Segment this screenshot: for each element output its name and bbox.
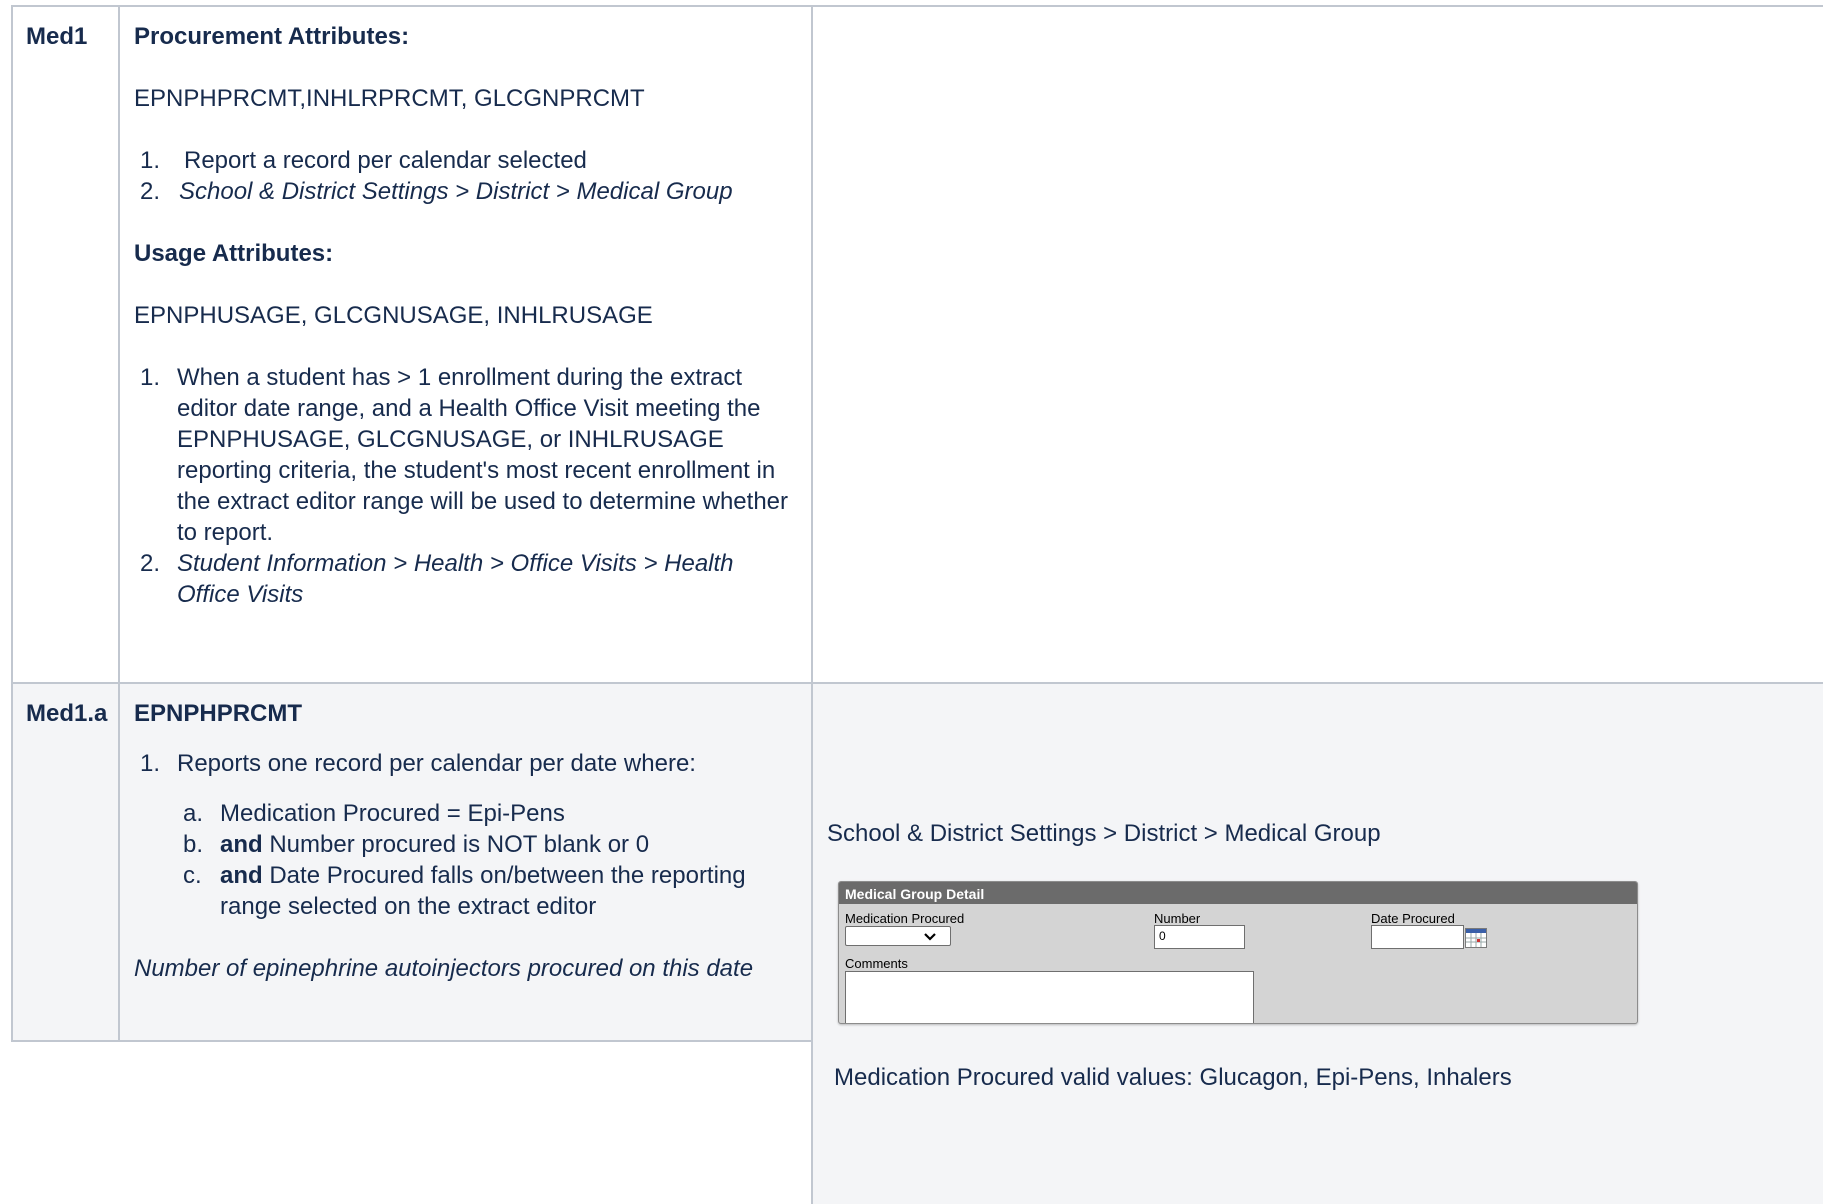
procurement-codes: EPNPHPRCMT,INHLRPRCMT, GLCGNPRCMT [134,85,645,112]
row2-label-cell [12,683,119,1041]
row2-note: Number of epinephrine autoinjectors proc… [134,955,754,982]
list-item: 1. Reports one record per calendar per d… [134,748,794,779]
list-number: 2. [140,178,161,205]
list-emphasis: and [220,831,263,858]
list-item: 1. Report a record per calendar selected [134,145,794,176]
medical-group-detail-screenshot: Medical Group Detail Medication Procured… [838,881,1638,1024]
table-border-col2 [811,5,813,1204]
list-number: 1. [140,147,161,174]
list-letter: b. [183,831,204,858]
list-text: Number procured is NOT blank or 0 [262,831,650,858]
list-number: 1. [140,750,161,777]
number-label: Number [1154,911,1201,926]
widget-header: Medical Group Detail [839,882,1637,904]
calendar-grid-icon [1466,929,1486,947]
row2-label: Med1.a [26,700,108,727]
list-item: 2. Student Information > Health > Office… [134,548,794,610]
criteria-sublist: a. Medication Procured = Epi-Pens b. and… [177,798,794,922]
list-text: School & District Settings > District > … [179,178,733,205]
list-text: Date Procured falls on/between the repor… [220,862,746,920]
table-border-top [12,5,1823,7]
date-procured-label: Date Procured [1371,911,1455,926]
list-letter: c. [183,862,202,889]
table-border-row-divider [12,682,1823,684]
comments-textarea[interactable] [845,971,1254,1023]
list-item: a. Medication Procured = Epi-Pens [177,798,794,829]
calendar-icon[interactable] [1465,928,1487,948]
table-border-row2-bottom [12,1040,812,1042]
list-text: Medication Procured = Epi-Pens [220,800,565,827]
list-item: 1. When a student has > 1 enrollment dur… [134,362,794,548]
number-input[interactable]: 0 [1154,925,1245,949]
date-procured-input[interactable] [1371,925,1464,949]
comments-label: Comments [845,956,908,971]
list-letter: a. [183,800,204,827]
row2-description: EPNPHPRCMT 1. Reports one record per cal… [134,698,794,984]
epnphprcmt-heading: EPNPHPRCMT [134,700,303,727]
medication-procured-label: Medication Procured [845,911,965,926]
medical-group-path: School & District Settings > District > … [827,820,1381,847]
table-border-col1 [118,5,120,1042]
list-number: 1. [140,364,161,391]
medication-procured-select[interactable] [845,926,951,946]
list-item: 2. School & District Settings > District… [134,176,794,207]
list-emphasis: and [220,862,263,889]
procurement-list: 1. Report a record per calendar selected… [134,145,794,207]
row1-label: Med1 [26,23,88,50]
chevron-down-icon [924,933,936,941]
usage-attributes-heading: Usage Attributes: [134,240,334,267]
list-number: 2. [140,550,161,577]
list-text: Student Information > Health > Office Vi… [177,550,734,608]
list-item: b. and Number procured is NOT blank or 0 [177,829,794,860]
list-item: c. and Date Procured falls on/between th… [177,860,794,922]
procurement-attributes-heading: Procurement Attributes: [134,23,410,50]
criteria-list: 1. Reports one record per calendar per d… [134,748,794,779]
table-border-left [11,5,13,1042]
list-text: When a student has > 1 enrollment during… [177,364,789,546]
usage-codes: EPNPHUSAGE, GLCGNUSAGE, INHLRUSAGE [134,302,653,329]
row1-description: Procurement Attributes: EPNPHPRCMT,INHLR… [134,21,794,610]
list-text: Report a record per calendar selected [184,147,587,174]
usage-list: 1. When a student has > 1 enrollment dur… [134,362,794,610]
list-text: Reports one record per calendar per date… [177,750,696,777]
valid-values-note: Medication Procured valid values: Glucag… [834,1064,1512,1091]
